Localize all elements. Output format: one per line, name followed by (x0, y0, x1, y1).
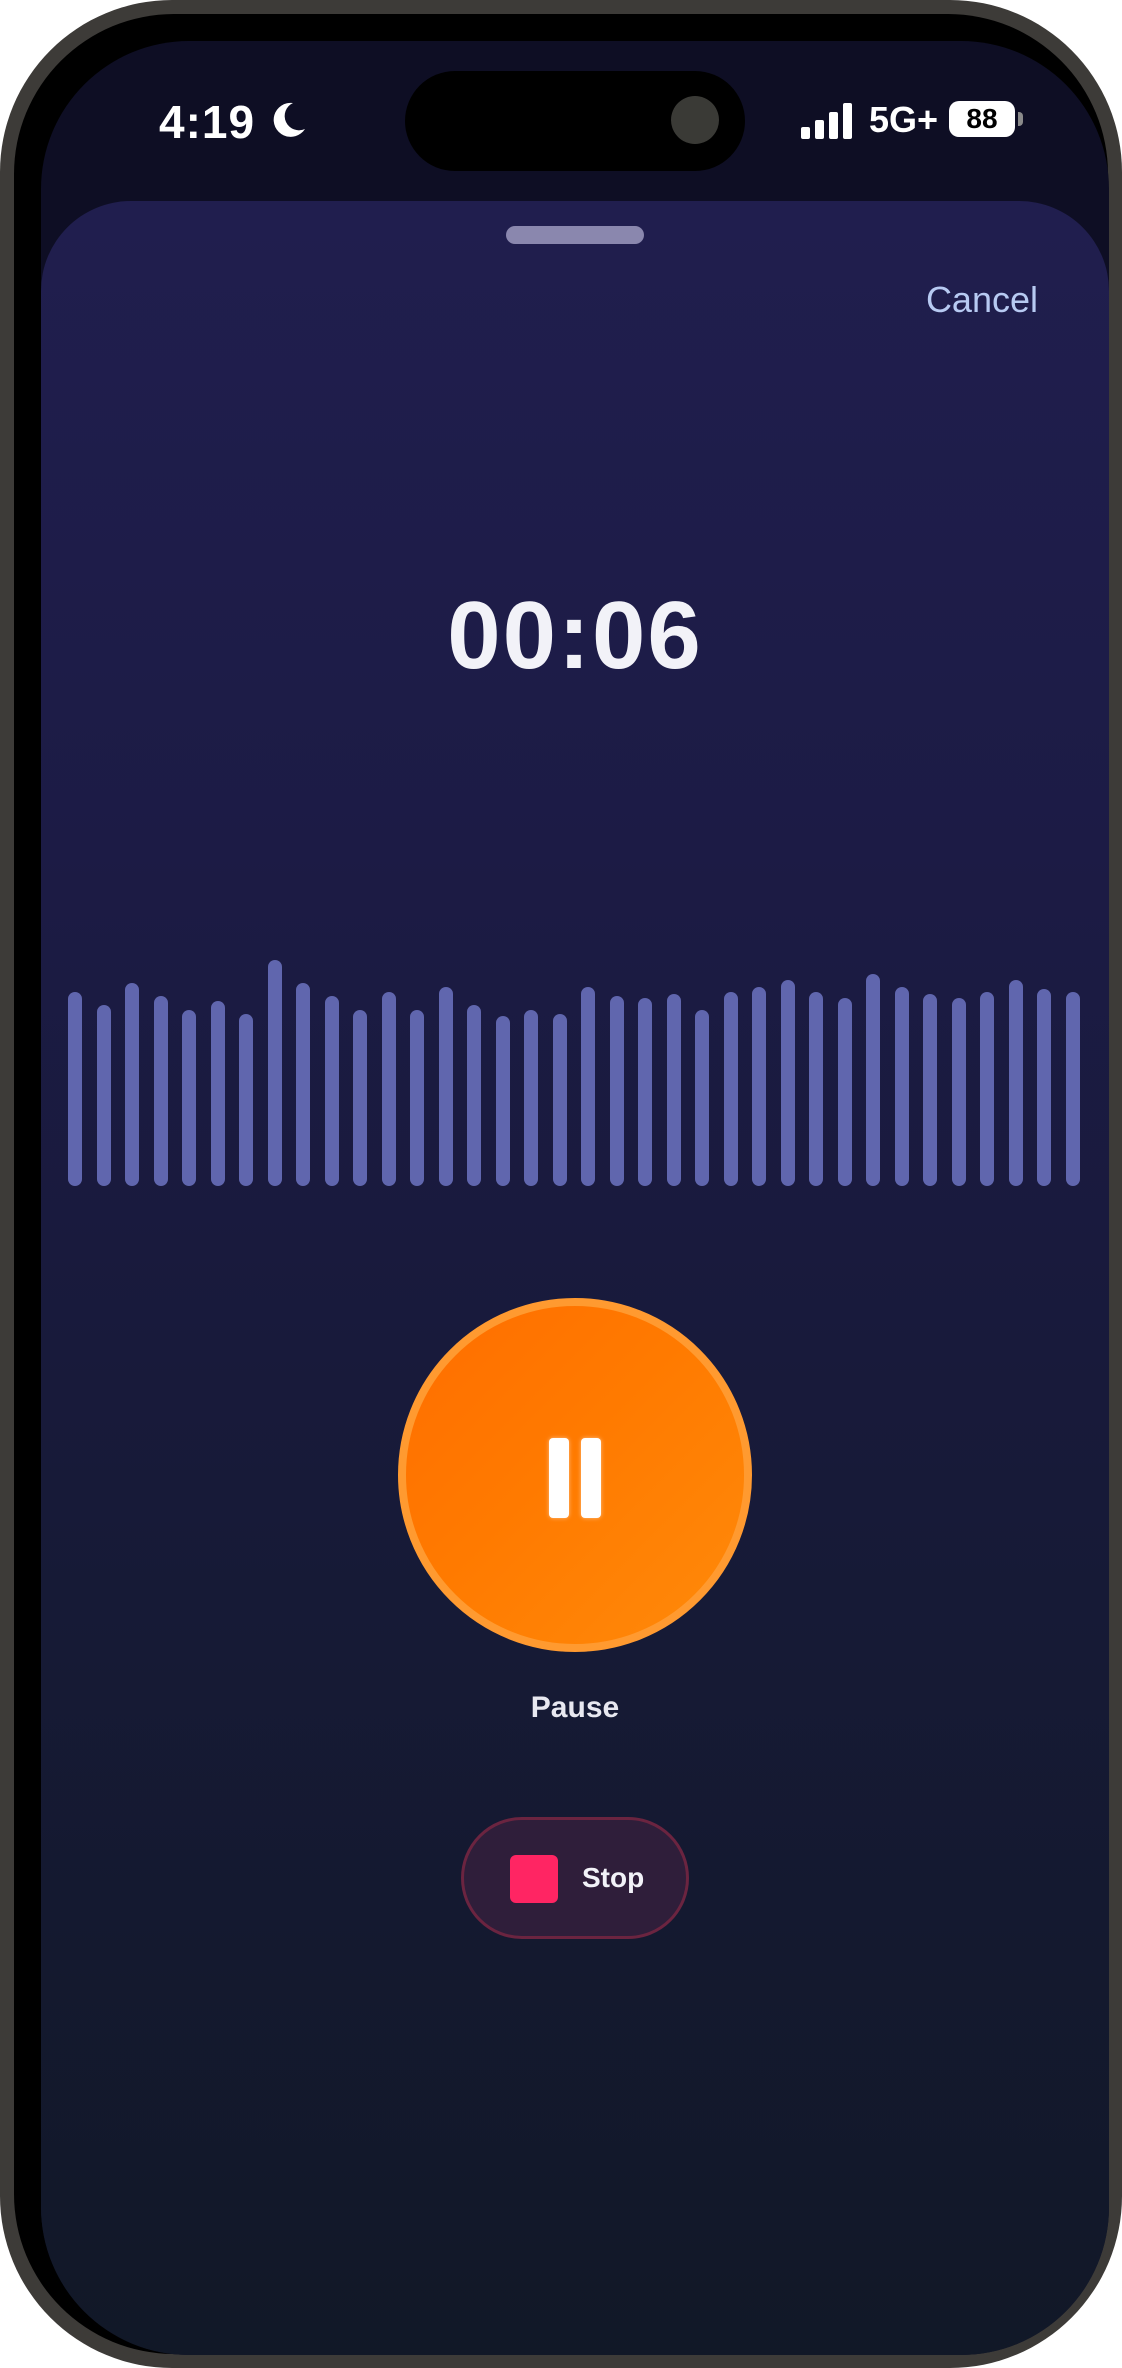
screen: 4:19 5G+ 88 Cancel 00:06 Pause Stop (41, 41, 1109, 2355)
waveform-bar (980, 992, 994, 1186)
stop-label: Stop (582, 1862, 645, 1893)
pause-icon-bar-left (549, 1438, 569, 1518)
waveform-bar (894, 987, 909, 1186)
waveform-bar (809, 992, 823, 1186)
dynamic-island (405, 71, 745, 171)
waveform-bar (581, 987, 595, 1186)
waveform-bar (723, 992, 738, 1186)
pause-button[interactable] (398, 1298, 752, 1652)
network-type: 5G+ (869, 99, 939, 140)
waveform-bar (638, 998, 652, 1186)
waveform-bar (866, 974, 880, 1186)
waveform-bar (1008, 980, 1023, 1186)
waveform-bar (524, 1010, 538, 1186)
pause-label: Pause (530, 1691, 620, 1724)
waveform-bar (68, 992, 82, 1186)
recording-sheet: Cancel 00:06 Pause Stop (41, 201, 1109, 2355)
status-time: 4:19 (159, 96, 256, 148)
cellular-signal-icon (801, 103, 857, 144)
waveform-bar (467, 1005, 481, 1186)
waveform-bar (923, 994, 937, 1186)
phone-frame: 4:19 5G+ 88 Cancel 00:06 Pause Stop (0, 0, 1122, 2368)
elapsed-timer: 00:06 (447, 582, 703, 689)
waveform-bar (1037, 989, 1051, 1186)
waveform-bar (324, 996, 339, 1186)
waveform-bar (552, 1014, 567, 1186)
waveform-bar (666, 994, 681, 1186)
waveform-bar (153, 996, 168, 1186)
waveform-bar (381, 992, 396, 1186)
waveform-bar (296, 983, 310, 1186)
waveform-bar (695, 1010, 709, 1186)
waveform-bar (752, 987, 766, 1186)
stop-icon (510, 1855, 558, 1903)
battery-icon: 88 (949, 101, 1015, 137)
pause-icon-bar-right (581, 1438, 601, 1518)
waveform-bar (495, 1016, 510, 1186)
waveform-bar (410, 1010, 424, 1186)
cancel-button[interactable]: Cancel (926, 279, 1038, 321)
waveform-bar (267, 960, 282, 1186)
waveform-bar (96, 1005, 111, 1186)
waveform-bar (210, 1001, 225, 1186)
waveform-bar (182, 1010, 196, 1186)
waveform-bar (239, 1014, 253, 1186)
waveform-bar (609, 996, 624, 1186)
waveform-bar (353, 1010, 367, 1186)
sheet-grabber[interactable] (506, 226, 644, 244)
waveform-bar (125, 983, 139, 1186)
battery-tip (1018, 112, 1023, 126)
moon-icon (271, 101, 307, 144)
front-camera (671, 96, 719, 144)
stop-button[interactable]: Stop (461, 1817, 689, 1939)
phone-bezel: 4:19 5G+ 88 Cancel 00:06 Pause Stop (14, 14, 1109, 2355)
waveform-bar (951, 998, 966, 1186)
waveform-bar (438, 987, 453, 1186)
waveform-bar (780, 980, 795, 1186)
waveform-bar (837, 998, 852, 1186)
waveform-bar (1065, 992, 1080, 1186)
waveform (41, 201, 1109, 2355)
